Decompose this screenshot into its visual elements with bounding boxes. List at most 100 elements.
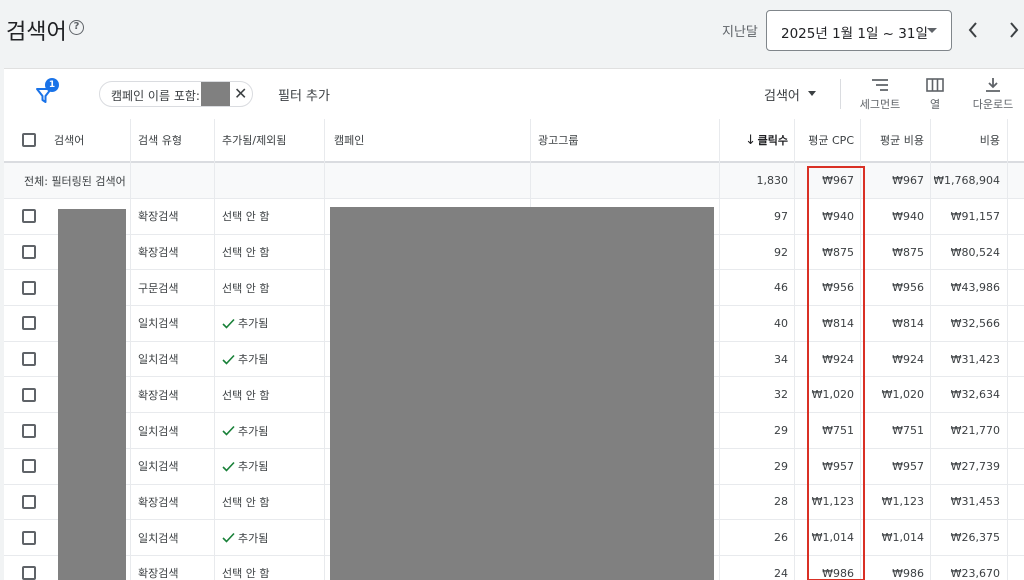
columns-button[interactable]: 열 [920,77,950,112]
row-checkbox[interactable] [22,459,36,474]
row-checkbox[interactable] [22,566,36,580]
cost: ₩32,566 [950,316,1000,330]
checkmark-icon [222,318,235,329]
added-status-label: 선택 안 함 [222,495,270,509]
row-select-cell [22,342,42,377]
match-type: 확장검색 [138,388,179,402]
help-icon[interactable]: ? [69,20,84,35]
search-terms-dropdown[interactable]: 검색어 [764,85,800,104]
header-avg-cost[interactable]: 평균 비용 [864,119,924,161]
column-divider [130,119,131,580]
clicks: 46 [774,281,788,295]
row-checkbox[interactable] [22,494,36,509]
avg-cost: ₩1,014 [881,531,924,545]
total-row: 전체: 필터링된 검색어 1,830 ₩967 ₩967 ₩1,768,904 [4,163,1024,199]
added-status-label: 추가됨 [238,317,269,331]
added-excluded-cell[interactable]: 추가됨 [222,413,322,448]
next-period-button[interactable] [1007,20,1021,40]
header-clicks[interactable]: 클릭수 [756,119,788,161]
campaign-name-filter-chip[interactable]: 캠페인 이름 포함: ✕ [99,81,253,107]
cost: ₩21,770 [950,424,1000,438]
cost: ₩31,453 [950,495,1000,509]
header-added-excluded[interactable]: 추가됨/제외됨 [222,119,322,161]
added-excluded-cell[interactable]: 선택 안 함 [222,199,322,234]
columns-label: 열 [929,98,941,111]
top-bar: 검색어 ? 지난달 2025년 1월 1일 ~ 31일 [0,0,1024,68]
row-checkbox[interactable] [22,316,36,331]
added-excluded-cell[interactable]: 선택 안 함 [222,556,322,580]
cost: ₩31,423 [950,352,1000,366]
avg-cost: ₩751 [892,424,924,438]
add-filter-button[interactable]: 필터 추가 [278,85,330,104]
clicks: 29 [774,424,788,438]
avg-cost: ₩814 [892,316,924,330]
clicks: 97 [774,209,788,223]
added-excluded-cell[interactable]: 선택 안 함 [222,270,322,305]
added-excluded-cell[interactable]: 추가됨 [222,342,322,377]
cost: ₩23,670 [950,566,1000,580]
previous-period-button[interactable] [966,20,980,40]
header-match-type[interactable]: 검색 유형 [138,119,218,161]
segment-label: 세그먼트 [859,98,901,111]
row-checkbox[interactable] [22,530,36,545]
filter-count-badge: 1 [45,78,59,92]
download-label: 다운로드 [972,98,1014,111]
match-type: 일치검색 [138,424,179,438]
column-divider [1007,119,1008,580]
added-excluded-cell[interactable]: 추가됨 [222,306,322,341]
added-status: 추가됨 [222,458,268,474]
close-icon[interactable]: ✕ [234,84,247,103]
avg-cost: ₩1,123 [881,495,924,509]
match-type: 확장검색 [138,567,179,580]
match-type: 구문검색 [138,281,179,295]
date-range-value: 2025년 1월 1일 ~ 31일 [781,26,928,42]
cost: ₩91,157 [950,209,1000,223]
added-excluded-cell[interactable]: 추가됨 [222,449,322,484]
avg-cost: ₩1,020 [881,388,924,402]
header-search-term[interactable]: 검색어 [54,119,124,161]
row-checkbox[interactable] [22,423,36,438]
table-toolbar: 1 캠페인 이름 포함: ✕ 필터 추가 검색어 세그먼트 열 다운로드 [4,69,1024,119]
added-status: 추가됨 [222,351,268,367]
added-excluded-cell[interactable]: 추가됨 [222,520,322,555]
row-checkbox[interactable] [22,387,36,402]
select-all-checkbox[interactable] [22,133,36,147]
cost: ₩43,986 [950,281,1000,295]
row-checkbox[interactable] [22,352,36,367]
caret-down-icon [927,28,937,33]
row-select-cell [22,378,42,413]
clicks: 26 [774,531,788,545]
total-label: 전체: 필터링된 검색어 [24,174,126,188]
segment-button[interactable]: 세그먼트 [858,77,902,112]
row-checkbox[interactable] [22,209,36,224]
column-divider [214,119,215,580]
total-avg-cost: ₩967 [892,174,924,187]
clicks: 29 [774,459,788,473]
match-type: 일치검색 [138,353,179,367]
redacted-campaign-adgroup [330,207,714,580]
sort-descending-icon[interactable]: ↓ [720,119,756,161]
header-avg-cpc[interactable]: 평균 CPC [798,119,854,161]
added-excluded-cell[interactable]: 선택 안 함 [222,378,322,413]
download-icon [986,78,1000,92]
added-status-label: 선택 안 함 [222,567,270,580]
row-select-cell [22,270,42,305]
row-select-cell [22,235,42,270]
row-select-cell [22,413,42,448]
clicks: 32 [774,388,788,402]
cost: ₩80,524 [950,245,1000,259]
header-ad-group[interactable]: 광고그룹 [538,119,718,161]
date-range-picker[interactable]: 2025년 1월 1일 ~ 31일 [766,10,952,51]
row-checkbox[interactable] [22,280,36,295]
caret-down-icon [808,91,816,96]
header-campaign[interactable]: 캠페인 [334,119,524,161]
added-status-label: 선택 안 함 [222,281,270,295]
row-checkbox[interactable] [22,245,36,260]
added-status: 추가됨 [222,530,268,546]
match-type: 확장검색 [138,495,179,509]
download-button[interactable]: 다운로드 [970,77,1016,112]
header-cost[interactable]: 비용 [934,119,1000,161]
added-excluded-cell[interactable]: 선택 안 함 [222,485,322,520]
row-select-cell [22,199,42,234]
added-excluded-cell[interactable]: 선택 안 함 [222,235,322,270]
